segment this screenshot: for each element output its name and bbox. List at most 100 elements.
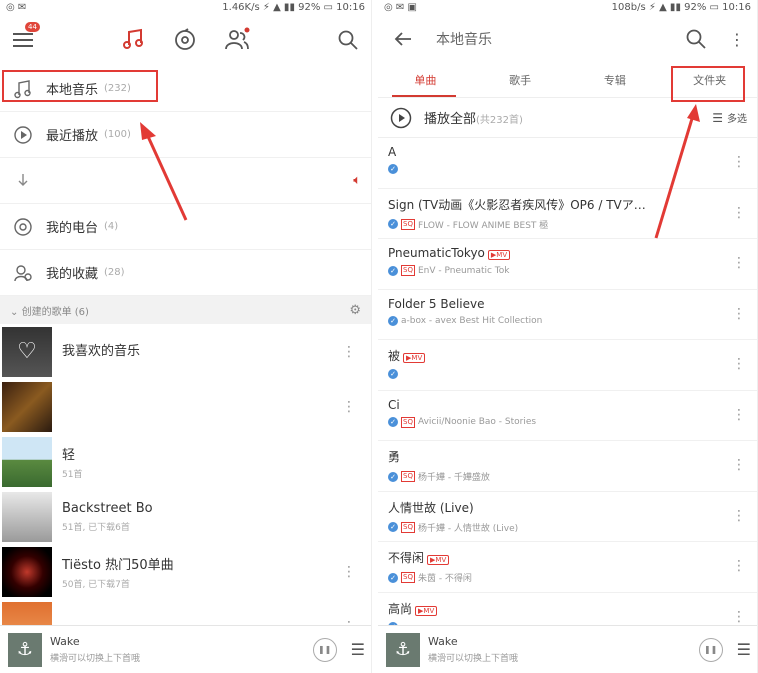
playlist-item[interactable]: Backstreet Bo 51首, 已下载6首 — [0, 489, 371, 544]
search-icon[interactable] — [683, 26, 709, 52]
gear-icon[interactable]: ⚙ — [349, 303, 361, 318]
clock: 10:16 — [722, 1, 751, 13]
playlist-title: 轻 — [62, 447, 76, 463]
playlist-title: Backstreet Bo — [62, 500, 153, 516]
song-row[interactable]: 人情世故 (Live) ✓ SQ 杨千嬅 - 人情世故 (Live) ⋮ — [378, 491, 757, 542]
playlist-cover — [2, 436, 52, 487]
playlist-cover — [2, 491, 52, 542]
menu-download[interactable]: 🔈︎ — [0, 158, 371, 204]
menu-label: 我的电台 — [46, 221, 99, 236]
now-playing-title: Wake — [428, 635, 458, 648]
pause-button[interactable]: ❚❚ — [698, 637, 723, 662]
created-playlists-header[interactable]: ⌄ 创建的歌单 (6) ⚙ — [0, 296, 371, 324]
more-options-icon[interactable]: ⋮ — [729, 154, 749, 170]
music-note-tab-icon[interactable] — [120, 26, 146, 52]
status-left-icons: ◎ ✉ — [6, 1, 27, 13]
song-row[interactable]: Folder 5 Believe ✓ a-box - avex Best Hit C… — [378, 289, 757, 340]
tab-artists[interactable]: 歌手 — [473, 64, 568, 97]
multi-select-button[interactable]: 多选 — [727, 110, 747, 125]
more-options-icon[interactable]: ⋮ — [729, 255, 749, 271]
playlist-item[interactable]: ⋮ — [0, 379, 371, 434]
song-subtitle: EnV - Pneumatic Tok — [417, 265, 510, 276]
more-options-icon[interactable]: ⋮ — [729, 558, 749, 574]
sq-badge: SQ — [401, 471, 415, 482]
song-title: 被 — [388, 349, 401, 363]
now-playing-sub: 横滑可以切换上下首哦 — [50, 654, 141, 664]
menu-recent-play[interactable]: 最近播放 (100) — [0, 112, 371, 158]
menu-count: (28) — [104, 267, 125, 278]
mini-player[interactable]: ⚓︎ Wake 横滑可以切换上下首哦 ❚❚ ☰ — [378, 625, 757, 673]
pause-button[interactable]: ❚❚ — [312, 637, 337, 662]
downloaded-check-icon: ✓ — [388, 471, 398, 482]
play-circle-icon[interactable] — [388, 105, 414, 131]
song-row[interactable]: 勇 ✓ SQ 杨千嬅 - 千嬅盛放 ⋮ — [378, 441, 757, 492]
more-options-icon[interactable]: ⋮ — [729, 457, 749, 473]
more-options-icon[interactable]: ⋮ — [729, 205, 749, 221]
song-row[interactable]: Ci ✓ SQ Avicii/Noonie Bao - Stories ⋮ — [378, 390, 757, 441]
tab-songs[interactable]: 单曲 — [378, 64, 473, 97]
song-row[interactable]: PneumaticTokyo ▶MV ✓ SQ EnV - Pneumatic Tok ⋮ — [378, 239, 757, 290]
more-options-icon[interactable]: ⋮ — [339, 344, 359, 360]
song-row[interactable]: 被 ▶MV ✓ ⋮ — [378, 340, 757, 391]
song-row[interactable]: 不得闲 ▶MV ✓ SQ 朱茵 - 不得闲 ⋮ — [378, 542, 757, 593]
song-title: A — [388, 145, 397, 159]
playlist-cover — [2, 381, 52, 432]
more-options-icon[interactable]: ⋮ — [729, 356, 749, 372]
section-title: 创建的歌单 (6) — [21, 306, 89, 318]
speaker-icon: 🔈︎ — [353, 173, 361, 188]
multi-select-icon[interactable]: ☰ — [712, 111, 723, 125]
search-icon[interactable] — [335, 27, 361, 53]
song-title: PneumaticTokyo — [388, 246, 485, 260]
song-subtitle: 杨千嬅 - 人情世故 (Live) — [417, 523, 519, 534]
mv-badge[interactable]: ▶MV — [403, 353, 426, 363]
downloaded-check-icon: ✓ — [388, 572, 398, 583]
recent-play-icon — [10, 122, 36, 148]
chevron-down-icon: ⌄ — [10, 306, 19, 318]
menu-my-collection[interactable]: 我的收藏 (28) — [0, 250, 371, 296]
downloaded-check-icon: ✓ — [388, 522, 398, 532]
more-vert-icon[interactable]: ⋮ — [729, 30, 745, 49]
tab-albums[interactable]: 专辑 — [568, 64, 663, 97]
playlist-queue-icon[interactable]: ☰ — [351, 640, 365, 659]
song-row[interactable]: A ✓ ⋮ — [378, 138, 757, 189]
downloaded-check-icon: ✓ — [388, 315, 398, 326]
mv-badge[interactable]: ▶MV — [427, 555, 450, 565]
playlist-cover: ♡ — [2, 326, 52, 377]
mv-badge[interactable]: ▶MV — [415, 605, 438, 616]
menu-count: (4) — [104, 221, 119, 232]
now-playing-cover: ⚓︎ — [386, 632, 420, 667]
song-title: 勇 — [388, 450, 401, 464]
status-bar: ◎ ✉ ▣ 108b/s ⚡ ▲ ▮▮ 92% ▭ 10:16 — [378, 0, 757, 14]
more-options-icon[interactable]: ⋮ — [339, 564, 359, 580]
mini-player[interactable]: ⚓︎ Wake 横滑可以切换上下首哦 ❚❚ ☰ — [0, 625, 371, 673]
clock: 10:16 — [336, 1, 365, 13]
status-bar: ◎ ✉ 1.46K/s ⚡ ▲ ▮▮ 92% ▭ 10:16 — [0, 0, 371, 14]
menu-local-music[interactable]: 本地音乐 (232) — [0, 66, 371, 112]
more-options-icon[interactable]: ⋮ — [339, 399, 359, 415]
friends-tab-icon[interactable] — [224, 26, 250, 52]
highlight-box-local-music — [2, 70, 158, 102]
downloaded-check-icon: ✓ — [388, 219, 398, 229]
more-options-icon[interactable]: ⋮ — [729, 609, 749, 625]
playlist-item[interactable]: 轻 51首 — [0, 434, 371, 489]
song-title: 高尚 — [388, 601, 413, 616]
menu-my-radio[interactable]: 我的电台 (4) — [0, 204, 371, 250]
disc-tab-icon[interactable] — [172, 26, 198, 52]
notification-badge: 44 — [25, 22, 40, 32]
back-arrow-icon[interactable] — [390, 26, 416, 52]
downloaded-check-icon: ✓ — [388, 369, 398, 379]
more-options-icon[interactable]: ⋮ — [729, 508, 749, 524]
more-options-icon[interactable]: ⋮ — [729, 407, 749, 423]
more-options-icon[interactable]: ⋮ — [729, 306, 749, 322]
song-subtitle: 杨千嬅 - 千嬅盛放 — [417, 473, 490, 483]
song-row[interactable]: Sign (TV动画《火影忍者疾风传》OP6 / TVア… ✓ SQ FLOW - F… — [378, 188, 757, 239]
song-subtitle: a-box - avex Best Hit Collection — [401, 315, 543, 326]
playlist-item[interactable]: Tiësto 热门50单曲 50首, 已下载7首 ⋮ — [0, 544, 371, 599]
playlist-queue-icon[interactable]: ☰ — [737, 640, 751, 659]
play-all-row[interactable]: 播放全部(共232首) ☰ 多选 — [378, 98, 757, 138]
playlist-sub: 51首 — [62, 469, 83, 480]
mv-badge[interactable]: ▶MV — [487, 250, 511, 260]
playlist-item[interactable]: ♡ 我喜欢的音乐 ⋮ — [0, 324, 371, 379]
playlist-title: 我喜欢的音乐 — [62, 344, 141, 359]
download-icon — [10, 168, 36, 194]
